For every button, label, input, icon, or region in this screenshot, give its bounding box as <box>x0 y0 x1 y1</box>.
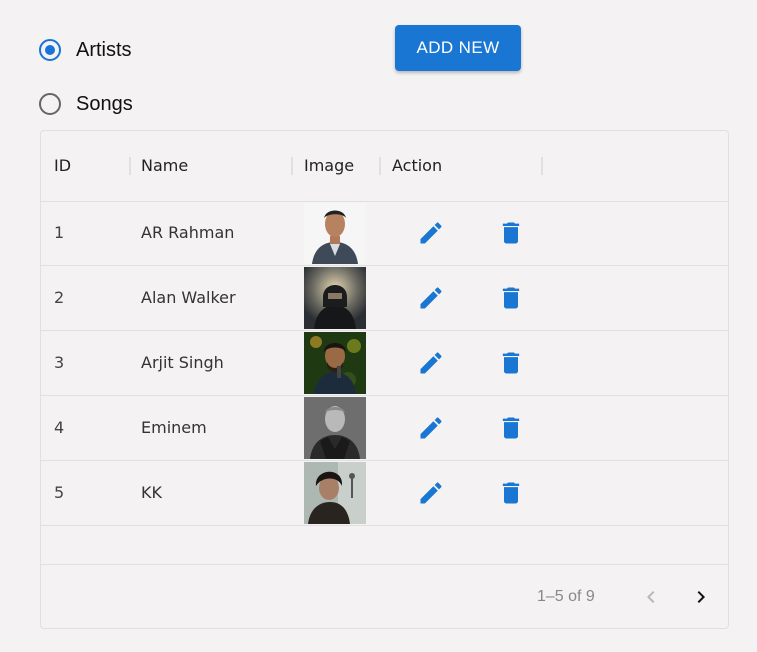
songs-radio[interactable] <box>39 93 61 115</box>
songs-radio-label[interactable]: Songs <box>76 93 133 116</box>
edit-icon[interactable] <box>417 414 445 442</box>
pagination-range: 1–5 of 9 <box>537 588 595 605</box>
artist-photo-ar-rahman <box>304 202 366 264</box>
column-header-name[interactable]: Name <box>141 131 188 201</box>
artist-photo-arjit-singh <box>304 332 366 394</box>
table-footer: 1–5 of 9 <box>41 564 728 629</box>
songs-radio-option[interactable]: Songs <box>39 90 133 118</box>
column-header-image[interactable]: Image <box>304 131 354 201</box>
column-header-id[interactable]: ID <box>54 131 71 201</box>
edit-icon[interactable] <box>417 284 445 312</box>
row-name: Alan Walker <box>141 288 236 307</box>
artists-radio-option[interactable]: Artists <box>39 36 133 64</box>
artist-photo-eminem <box>304 397 366 459</box>
trash-icon[interactable] <box>497 414 525 442</box>
row-name: Arjit Singh <box>141 353 224 372</box>
column-separator[interactable] <box>129 157 131 175</box>
trash-icon[interactable] <box>497 219 525 247</box>
edit-icon[interactable] <box>417 349 445 377</box>
edit-icon[interactable] <box>417 219 445 247</box>
column-separator[interactable] <box>379 157 381 175</box>
table-header: ID Name Image Action <box>41 131 728 202</box>
artist-photo-alan-walker <box>304 267 366 329</box>
table-row[interactable]: 2 Alan Walker <box>41 266 728 331</box>
row-id: 2 <box>54 288 65 307</box>
row-name: AR Rahman <box>141 223 235 242</box>
table-row[interactable]: 1 AR Rahman <box>41 201 728 266</box>
edit-icon[interactable] <box>417 479 445 507</box>
trash-icon[interactable] <box>497 479 525 507</box>
artists-radio-label[interactable]: Artists <box>76 39 132 62</box>
chevron-left-icon[interactable] <box>639 585 663 609</box>
table-row[interactable]: 4 Eminem <box>41 396 728 461</box>
row-name: Eminem <box>141 418 207 437</box>
table-row[interactable]: 3 Arjit Singh <box>41 331 728 396</box>
row-id: 3 <box>54 353 65 372</box>
type-filter: Artists Songs <box>39 36 133 144</box>
artists-radio[interactable] <box>39 39 61 61</box>
artists-table: ID Name Image Action 1 AR Rahman 2 Alan <box>40 130 729 629</box>
artist-photo-kk <box>304 462 366 524</box>
column-header-action[interactable]: Action <box>392 131 442 201</box>
row-id: 4 <box>54 418 65 437</box>
trash-icon[interactable] <box>497 349 525 377</box>
trash-icon[interactable] <box>497 284 525 312</box>
chevron-right-icon[interactable] <box>689 585 713 609</box>
add-new-button[interactable]: ADD NEW <box>395 25 521 71</box>
row-id: 5 <box>54 483 65 502</box>
column-separator[interactable] <box>541 157 543 175</box>
table-row[interactable]: 5 KK <box>41 461 728 526</box>
row-name: KK <box>141 483 162 502</box>
column-separator[interactable] <box>291 157 293 175</box>
row-id: 1 <box>54 223 65 242</box>
